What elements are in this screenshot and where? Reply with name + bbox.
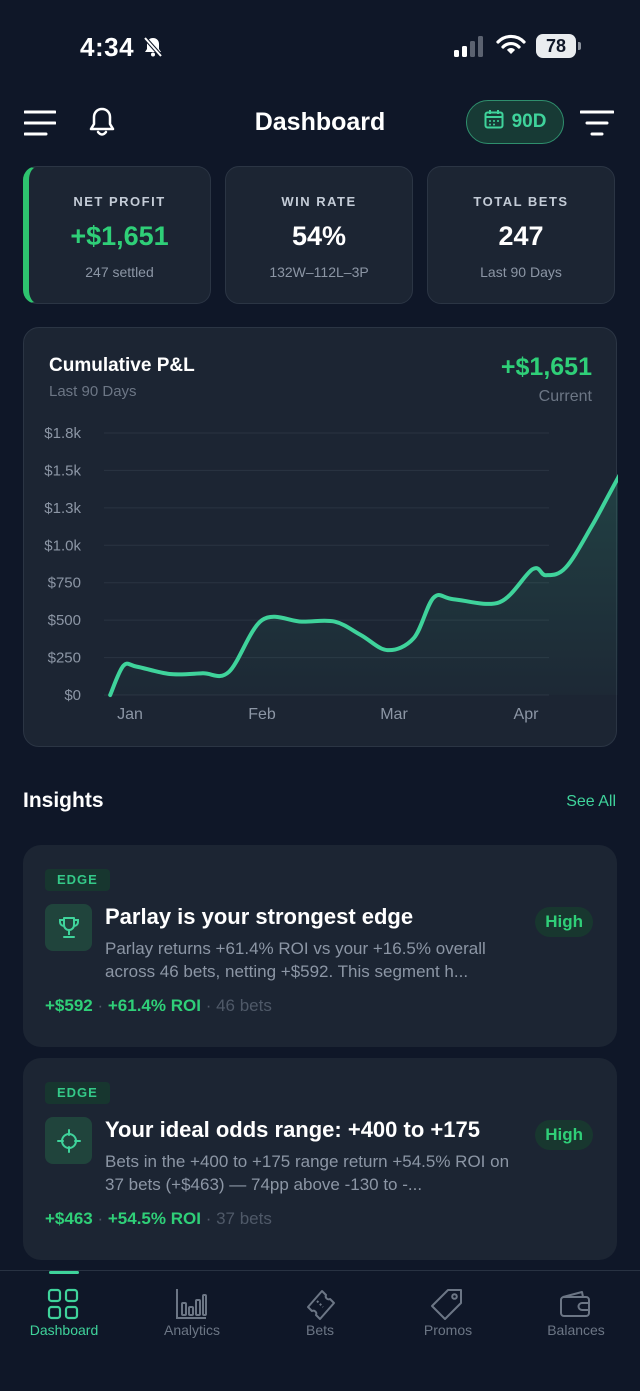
tab-bar: Dashboard Analytics Bets Promos Balances [0, 1270, 640, 1391]
y-tick-label: $250 [48, 650, 81, 667]
edge-badge: EDGE [45, 1082, 110, 1104]
insight-card[interactable]: EDGE Parlay is your strongest edge Parla… [23, 845, 617, 1047]
insight-heading: Your ideal odds range: +400 to +175 [105, 1117, 480, 1142]
y-tick-label: $750 [48, 575, 81, 592]
tab-label: Bets [305, 1322, 334, 1338]
insight-profit: +$592 [45, 996, 93, 1015]
wifi-icon [496, 34, 526, 61]
y-tick-label: $1.5k [44, 462, 81, 479]
menu-icon[interactable] [23, 110, 57, 141]
tab-bets[interactable]: Bets [256, 1271, 384, 1361]
target-icon [45, 1117, 92, 1164]
status-time: 4:34 [80, 32, 135, 62]
bell-icon[interactable] [88, 106, 116, 143]
bell-slash-icon [142, 36, 164, 63]
y-tick-label: $500 [48, 612, 81, 629]
insight-description: Parlay returns +61.4% ROI vs your +16.5%… [105, 939, 486, 981]
y-tick-label: $1.8k [44, 425, 81, 442]
insight-bets: 46 bets [216, 996, 272, 1015]
win-rate-card[interactable]: WIN RATE 54% 132W–112L–3P [225, 166, 413, 304]
chart-current-value: +$1,651 [500, 353, 592, 381]
stat-label: NET PROFIT [73, 194, 166, 209]
total-bets-card[interactable]: TOTAL BETS 247 Last 90 Days [427, 166, 615, 304]
date-range-button[interactable]: 90D [466, 100, 564, 144]
chart-title: Cumulative P&L [49, 355, 195, 376]
priority-badge: High [535, 907, 593, 937]
see-all-link[interactable]: See All [566, 793, 616, 811]
tab-balances[interactable]: Balances [512, 1271, 640, 1361]
stat-value: +$1,651 [70, 221, 169, 251]
priority-badge: High [535, 1120, 593, 1150]
tab-label: Balances [547, 1322, 605, 1338]
y-tick-label: $1.0k [44, 537, 81, 554]
bar-chart-icon [174, 1287, 208, 1326]
status-bar: 4:34 78 [0, 0, 640, 92]
insight-heading: Parlay is your strongest edge [105, 904, 414, 929]
stat-value: 54% [291, 221, 347, 251]
calendar-icon [484, 109, 504, 135]
y-tick-label: $1.3k [44, 500, 81, 517]
x-tick-label: Mar [380, 706, 408, 723]
insight-bets: 37 bets [216, 1209, 272, 1228]
insight-description: Bets in the +400 to +175 range return +5… [105, 1152, 510, 1194]
insights-title: Insights [23, 789, 104, 812]
insight-roi: +61.4% ROI [107, 996, 201, 1015]
insight-meta: +$592 · +61.4% ROI · 46 bets [45, 996, 272, 1015]
battery-icon: 78 [536, 34, 581, 58]
tab-label: Dashboard [29, 1322, 99, 1338]
stat-sub: 132W–112L–3P [269, 264, 369, 280]
top-bar: Dashboard 90D [0, 98, 640, 148]
x-tick-label: Feb [248, 706, 276, 723]
x-tick-label: Apr [514, 706, 540, 723]
stat-sub: 247 settled [85, 264, 154, 280]
y-tick-label: $0 [64, 687, 81, 704]
stat-label: WIN RATE [281, 194, 357, 209]
date-range-label: 90D [511, 111, 547, 132]
tab-label: Analytics [163, 1322, 221, 1338]
net-profit-card[interactable]: NET PROFIT +$1,651 247 settled [23, 166, 211, 304]
grid-icon [46, 1287, 80, 1326]
signal-icon [454, 36, 488, 63]
tab-analytics[interactable]: Analytics [128, 1271, 256, 1361]
chart-current-label: Current [538, 388, 592, 405]
insight-meta: +$463 · +54.5% ROI · 37 bets [45, 1209, 272, 1228]
ticket-icon [302, 1287, 336, 1326]
insight-roi: +54.5% ROI [107, 1209, 201, 1228]
trophy-icon [45, 904, 92, 951]
pnl-chart-card: $0 $250 $500 $750 $1.0k $1.3k $1.5k $1.8k Jan Fe… [23, 327, 618, 747]
tab-dashboard[interactable]: Dashboard [0, 1271, 128, 1361]
x-tick-label: Jan [117, 706, 143, 723]
edge-badge: EDGE [45, 869, 110, 891]
insight-profit: +$463 [45, 1209, 93, 1228]
wallet-icon [558, 1287, 592, 1326]
chart-subtitle: Last 90 Days [49, 383, 137, 400]
tag-icon [430, 1287, 464, 1326]
stat-value: 247 [498, 221, 544, 251]
tab-promos[interactable]: Promos [384, 1271, 512, 1361]
filter-icon[interactable] [579, 110, 615, 141]
stat-sub: Last 90 Days [480, 264, 562, 280]
insight-card[interactable]: EDGE Your ideal odds range: +400 to +175… [23, 1058, 617, 1260]
tab-label: Promos [423, 1322, 473, 1338]
stat-label: TOTAL BETS [473, 194, 569, 209]
active-tab-indicator [49, 1271, 79, 1274]
